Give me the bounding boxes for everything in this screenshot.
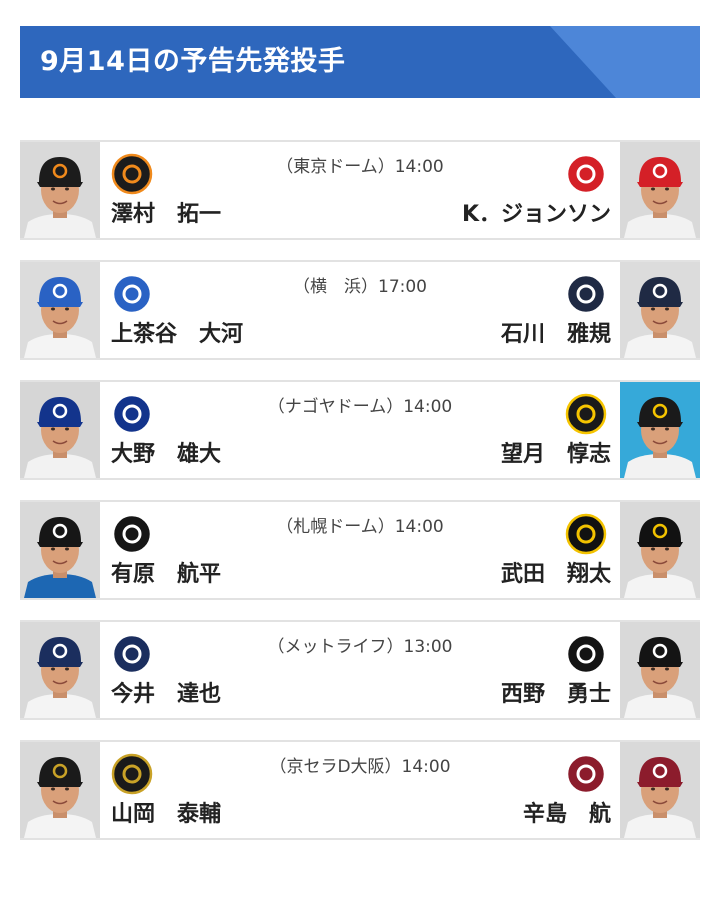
away-pitcher-name[interactable]: 西野 勇士 bbox=[501, 680, 611, 710]
page-title: 9月14日の予告先発投手 bbox=[40, 46, 346, 77]
venue-time: （札幌ドーム）14:00 bbox=[276, 517, 444, 537]
home-team-logo[interactable] bbox=[110, 632, 154, 676]
home-pitcher-name[interactable]: 有原 航平 bbox=[111, 560, 221, 590]
home-pitcher-photo[interactable] bbox=[20, 262, 100, 358]
venue-time: （東京ドーム）14:00 bbox=[276, 157, 444, 177]
home-team-logo[interactable] bbox=[110, 392, 154, 436]
venue-time: （ナゴヤドーム）14:00 bbox=[267, 397, 453, 417]
home-pitcher-photo[interactable] bbox=[20, 142, 100, 238]
away-pitcher-name[interactable]: 石川 雅規 bbox=[501, 320, 611, 350]
away-team-logo[interactable] bbox=[564, 512, 608, 556]
away-team-logo[interactable] bbox=[564, 752, 608, 796]
away-pitcher-name[interactable]: 辛島 航 bbox=[523, 800, 611, 830]
away-pitcher-photo[interactable] bbox=[620, 742, 700, 838]
venue-time: （京セラD大阪）14:00 bbox=[269, 757, 451, 777]
away-pitcher-name[interactable]: K．ジョンソン bbox=[462, 200, 611, 230]
game-list: （東京ドーム）14:00 澤村 拓一 K．ジョンソン （横 浜）17:00 上茶… bbox=[20, 140, 700, 860]
away-team-logo[interactable] bbox=[564, 152, 608, 196]
away-team-logo[interactable] bbox=[564, 272, 608, 316]
home-team-logo[interactable] bbox=[110, 152, 154, 196]
game-card[interactable]: （札幌ドーム）14:00 有原 航平 武田 翔太 bbox=[20, 500, 700, 600]
away-pitcher-name[interactable]: 武田 翔太 bbox=[501, 560, 611, 590]
home-pitcher-name[interactable]: 大野 雄大 bbox=[111, 440, 221, 470]
away-team-logo[interactable] bbox=[564, 632, 608, 676]
venue-time: （横 浜）17:00 bbox=[293, 277, 427, 297]
home-pitcher-photo[interactable] bbox=[20, 502, 100, 598]
home-pitcher-photo[interactable] bbox=[20, 382, 100, 478]
away-pitcher-photo[interactable] bbox=[620, 502, 700, 598]
home-pitcher-photo[interactable] bbox=[20, 742, 100, 838]
away-team-logo[interactable] bbox=[564, 392, 608, 436]
home-pitcher-name[interactable]: 今井 達也 bbox=[111, 680, 221, 710]
game-card[interactable]: （東京ドーム）14:00 澤村 拓一 K．ジョンソン bbox=[20, 140, 700, 240]
away-pitcher-photo[interactable] bbox=[620, 142, 700, 238]
game-card[interactable]: （メットライフ）13:00 今井 達也 西野 勇士 bbox=[20, 620, 700, 720]
venue-time: （メットライフ）13:00 bbox=[267, 637, 453, 657]
home-team-logo[interactable] bbox=[110, 512, 154, 556]
home-team-logo[interactable] bbox=[110, 752, 154, 796]
away-pitcher-photo[interactable] bbox=[620, 382, 700, 478]
home-pitcher-name[interactable]: 上茶谷 大河 bbox=[111, 320, 243, 350]
home-pitcher-name[interactable]: 山岡 泰輔 bbox=[111, 800, 221, 830]
away-pitcher-photo[interactable] bbox=[620, 622, 700, 718]
away-pitcher-name[interactable]: 望月 惇志 bbox=[501, 440, 611, 470]
home-pitcher-name[interactable]: 澤村 拓一 bbox=[111, 200, 221, 230]
away-pitcher-photo[interactable] bbox=[620, 262, 700, 358]
game-card[interactable]: （横 浜）17:00 上茶谷 大河 石川 雅規 bbox=[20, 260, 700, 360]
header-accent-stripe bbox=[550, 26, 700, 98]
page-header: 9月14日の予告先発投手 bbox=[20, 26, 700, 98]
home-pitcher-photo[interactable] bbox=[20, 622, 100, 718]
home-team-logo[interactable] bbox=[110, 272, 154, 316]
game-card[interactable]: （京セラD大阪）14:00 山岡 泰輔 辛島 航 bbox=[20, 740, 700, 840]
game-card[interactable]: （ナゴヤドーム）14:00 大野 雄大 望月 惇志 bbox=[20, 380, 700, 480]
